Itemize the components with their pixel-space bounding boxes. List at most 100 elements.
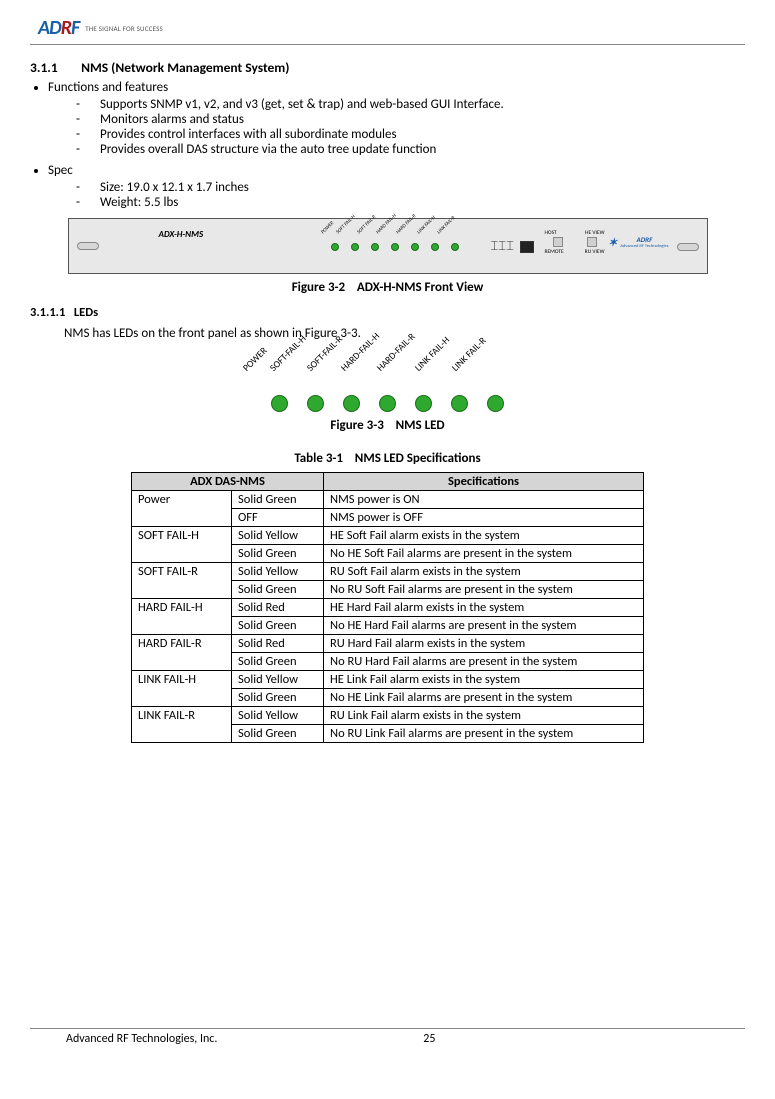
cell-state: Solid Yellow bbox=[232, 671, 324, 689]
big-led: LINK FAIL-R bbox=[486, 353, 506, 412]
section-title: NMS (Network Management System) bbox=[81, 59, 289, 76]
figure-3-3-caption: Figure 3-3 NMS LED bbox=[30, 418, 745, 433]
switch-block: HOST HE VIEW REMOTE RU VIEW bbox=[545, 230, 605, 255]
cell-desc: No HE Soft Fail alarms are present in th… bbox=[324, 545, 644, 563]
table-row: SOFT FAIL-RSolid YellowRU Soft Fail alar… bbox=[132, 563, 644, 581]
led-dot-icon bbox=[351, 243, 359, 251]
fig-title: ADX-H-NMS Front View bbox=[357, 280, 483, 295]
brand-tagline: THE SIGNAL FOR SUCCESS bbox=[85, 24, 163, 33]
switch-label: REMOTE bbox=[545, 249, 564, 255]
subsection-number: 3.1.1.1 bbox=[30, 305, 65, 320]
cell-led: SOFT FAIL-R bbox=[132, 563, 232, 599]
table-header: Specifications bbox=[324, 473, 644, 491]
table-row: LINK FAIL-RSolid YellowRU Link Fail alar… bbox=[132, 707, 644, 725]
panel-brand-text: ADRF bbox=[637, 235, 653, 244]
panel-led-row: POWERSOFT FAIL-HSOFT FAIL-RHARD FAIL-HHA… bbox=[329, 227, 461, 251]
spec-table-body: PowerSolid GreenNMS power is ONOFFNMS po… bbox=[132, 491, 644, 743]
panel-led: LINK FAIL-R bbox=[449, 227, 461, 251]
cell-desc: No RU Soft Fail alarms are present in th… bbox=[324, 581, 644, 599]
subsection-title: LEDs bbox=[74, 305, 98, 320]
led-dot-icon bbox=[271, 395, 288, 412]
cell-state: Solid Green bbox=[232, 725, 324, 743]
fig-label: Figure 3-2 bbox=[292, 280, 345, 295]
network-icon: ⌶⌶⌶ bbox=[491, 239, 514, 254]
cell-led: Power bbox=[132, 491, 232, 527]
front-panel: ADX-H-NMS POWERSOFT FAIL-HSOFT FAIL-RHAR… bbox=[68, 218, 708, 274]
table-title: NMS LED Specifications bbox=[355, 451, 481, 466]
led-dot-icon bbox=[415, 395, 432, 412]
cell-state: Solid Yellow bbox=[232, 527, 324, 545]
switch-label: HOST bbox=[545, 230, 557, 236]
led-dot-icon bbox=[391, 243, 399, 251]
cell-led: LINK FAIL-R bbox=[132, 707, 232, 743]
cell-state: Solid Green bbox=[232, 689, 324, 707]
cell-state: Solid Red bbox=[232, 599, 324, 617]
cell-desc: RU Link Fail alarm exists in the system bbox=[324, 707, 644, 725]
cell-desc: RU Hard Fail alarm exists in the system bbox=[324, 635, 644, 653]
footer-company: Advanced RF Technologies, Inc. bbox=[30, 1032, 423, 1046]
led-dot-icon bbox=[343, 395, 360, 412]
led-dot-icon bbox=[451, 243, 459, 251]
figure-3-3: POWERSOFT-FAIL-HSOFT-FAIL-RHARD-FAIL-HHA… bbox=[30, 343, 745, 412]
cell-led: SOFT FAIL-H bbox=[132, 527, 232, 563]
led-dot-icon bbox=[487, 395, 504, 412]
fig-title: NMS LED bbox=[396, 418, 445, 433]
table-3-1-caption: Table 3-1 NMS LED Specifications bbox=[30, 451, 745, 466]
functions-heading: Functions and features bbox=[48, 80, 168, 95]
brand-logo: ADRF bbox=[38, 16, 79, 40]
cell-desc: No RU Link Fail alarms are present in th… bbox=[324, 725, 644, 743]
functions-list: Supports SNMP v1, v2, and v3 (get, set &… bbox=[76, 97, 745, 157]
led-dot-icon bbox=[331, 243, 339, 251]
led-dot-icon bbox=[307, 395, 324, 412]
cell-state: Solid Yellow bbox=[232, 707, 324, 725]
cell-state: Solid Green bbox=[232, 581, 324, 599]
switch-icon bbox=[553, 237, 563, 247]
panel-port-icons: ⌶⌶⌶ bbox=[491, 239, 534, 254]
table-row: SOFT FAIL-HSolid YellowHE Soft Fail alar… bbox=[132, 527, 644, 545]
section-number: 3.1.1 bbox=[30, 59, 78, 76]
led-dot-icon bbox=[411, 243, 419, 251]
led-dot-icon bbox=[451, 395, 468, 412]
table-row: PowerSolid GreenNMS power is ON bbox=[132, 491, 644, 509]
spec-heading: Spec bbox=[48, 163, 73, 178]
cell-state: Solid Green bbox=[232, 545, 324, 563]
cell-state: Solid Green bbox=[232, 653, 324, 671]
star-icon: ✶ bbox=[608, 236, 617, 249]
logo-f: F bbox=[71, 16, 79, 40]
spec-list: Size: 19.0 x 12.1 x 1.7 inches Weight: 5… bbox=[76, 180, 745, 210]
table-row: HARD FAIL-HSolid RedHE Hard Fail alarm e… bbox=[132, 599, 644, 617]
logo-r: R bbox=[61, 16, 71, 40]
cell-desc: HE Hard Fail alarm exists in the system bbox=[324, 599, 644, 617]
fig-label: Figure 3-3 bbox=[330, 418, 383, 433]
cell-desc: No HE Link Fail alarms are present in th… bbox=[324, 689, 644, 707]
table-header: ADX DAS-NMS bbox=[132, 473, 324, 491]
list-item: Weight: 5.5 lbs bbox=[76, 195, 745, 210]
switch-label: RU VIEW bbox=[585, 249, 605, 255]
cell-state: Solid Yellow bbox=[232, 563, 324, 581]
logo-ad: AD bbox=[38, 16, 61, 40]
cell-desc: No HE Hard Fail alarms are present in th… bbox=[324, 617, 644, 635]
figure-3-2: ADX-H-NMS POWERSOFT FAIL-HSOFT FAIL-RHAR… bbox=[30, 218, 745, 274]
switch-icon bbox=[587, 237, 597, 247]
spec-table: ADX DAS-NMS Specifications PowerSolid Gr… bbox=[131, 472, 644, 743]
cell-state: Solid Red bbox=[232, 635, 324, 653]
switch-label: HE VIEW bbox=[585, 230, 604, 236]
list-item: Supports SNMP v1, v2, and v3 (get, set &… bbox=[76, 97, 745, 112]
list-item: Provides control interfaces with all sub… bbox=[76, 127, 745, 142]
mount-left-icon bbox=[77, 242, 99, 250]
figure-3-2-caption: Figure 3-2 ADX-H-NMS Front View bbox=[30, 280, 745, 295]
led-dot-icon bbox=[431, 243, 439, 251]
panel-model-label: ADX-H-NMS bbox=[159, 229, 204, 240]
cell-desc: NMS power is OFF bbox=[324, 509, 644, 527]
cell-desc: No RU Hard Fail alarms are present in th… bbox=[324, 653, 644, 671]
panel-brand: ✶ ADRF Advanced RF Technologies bbox=[608, 235, 668, 249]
cell-desc: NMS power is ON bbox=[324, 491, 644, 509]
list-item: Provides overall DAS structure via the a… bbox=[76, 142, 745, 157]
top-bullets: Functions and features Supports SNMP v1,… bbox=[48, 80, 745, 210]
table-row: HARD FAIL-RSolid RedRU Hard Fail alarm e… bbox=[132, 635, 644, 653]
header-bar: ADRF THE SIGNAL FOR SUCCESS bbox=[30, 10, 745, 45]
panel-brand-sub: Advanced RF Technologies bbox=[620, 244, 668, 249]
list-item: Size: 19.0 x 12.1 x 1.7 inches bbox=[76, 180, 745, 195]
cell-desc: HE Link Fail alarm exists in the system bbox=[324, 671, 644, 689]
cell-led: HARD FAIL-R bbox=[132, 635, 232, 671]
